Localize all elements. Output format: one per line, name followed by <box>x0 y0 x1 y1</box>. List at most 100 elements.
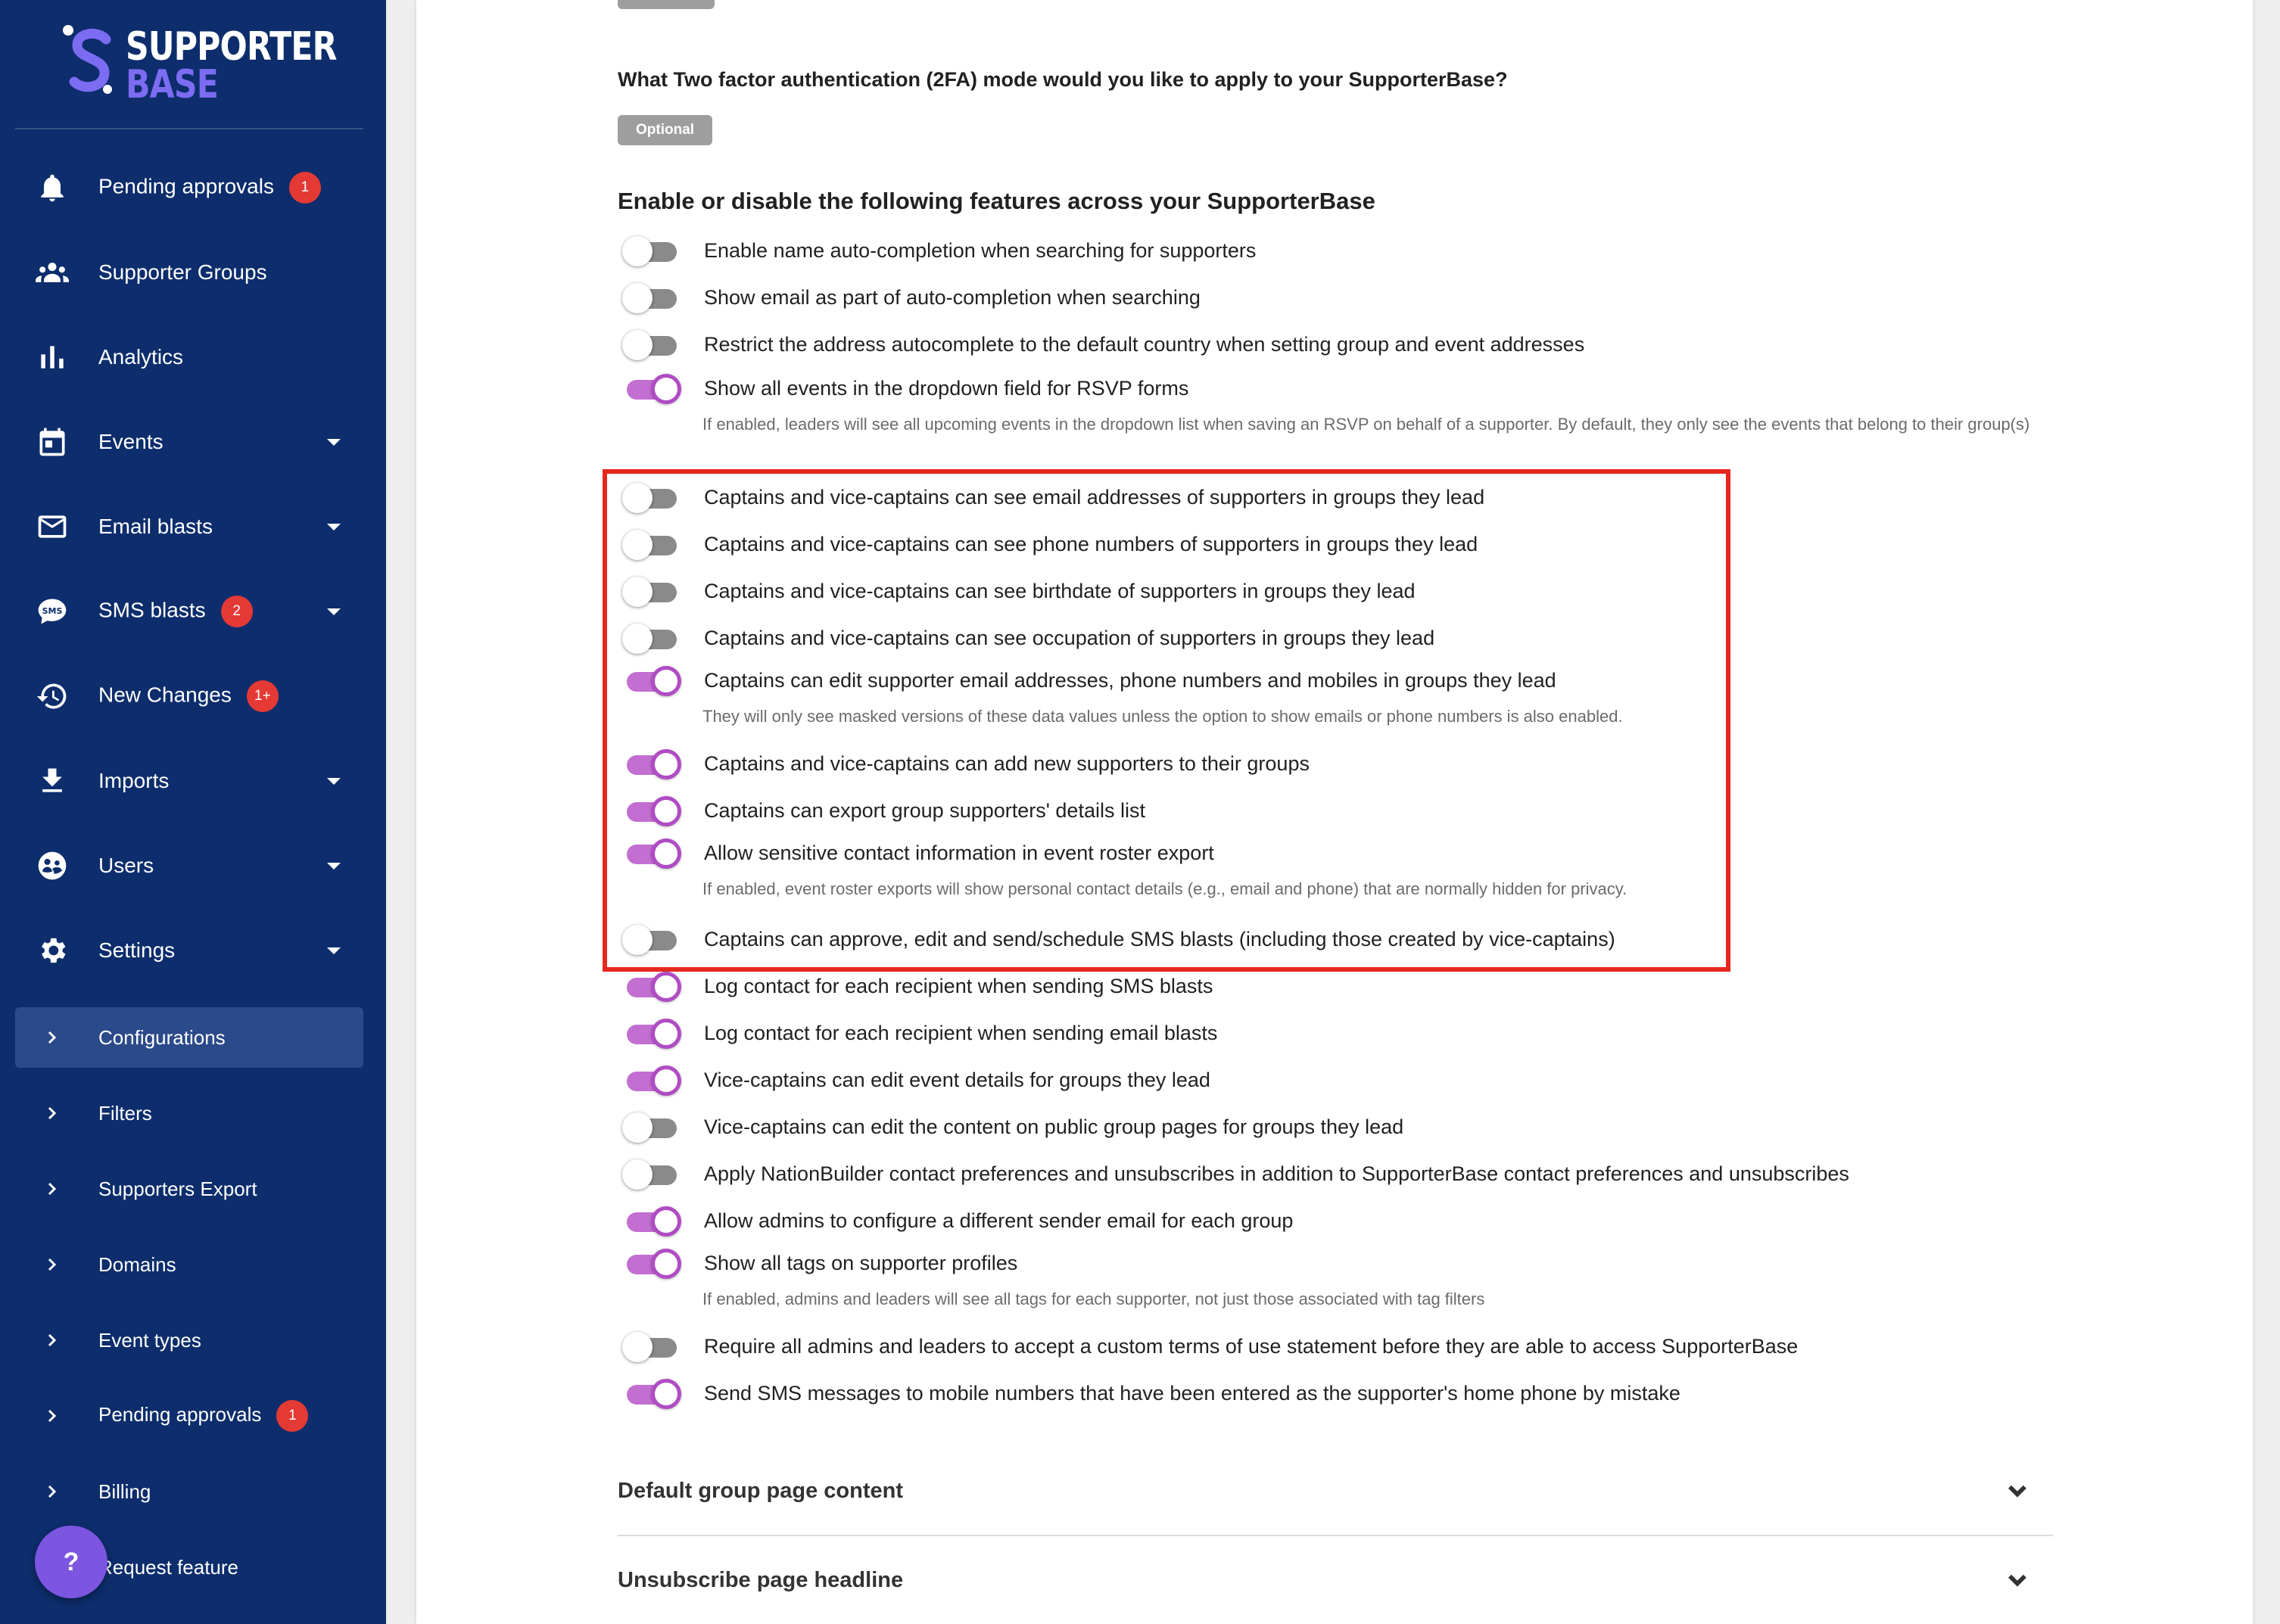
sms-icon: SMS <box>35 594 70 629</box>
sidebar-item-sms-blasts[interactable]: SMS SMS blasts 2 <box>15 577 363 646</box>
sidebar-item-label: New Changes <box>98 683 232 707</box>
sidebar-item-settings[interactable]: Settings <box>15 916 363 985</box>
toggle-label: Log contact for each recipient when send… <box>704 1022 1218 1044</box>
chevron-right-icon <box>42 1028 61 1047</box>
logo-text-base: BASE <box>126 62 219 107</box>
toggle-knob <box>622 1159 653 1190</box>
sidebar: SUPPORTER BASE Pending approvals 1 Suppor… <box>0 0 386 1624</box>
notification-badge: 2 <box>220 596 253 627</box>
toggle-label: Captains and vice-captains can see email… <box>704 486 1485 509</box>
toggle-knob <box>622 283 653 313</box>
toggle-switch[interactable] <box>622 483 677 513</box>
toggle-label: Captains and vice-captains can add new s… <box>704 752 1310 775</box>
toggle-knob <box>622 330 653 360</box>
toggle-switch[interactable] <box>622 236 677 266</box>
toggle-switch[interactable] <box>622 1379 681 1409</box>
toggle-label: Allow admins to configure a different se… <box>704 1209 1294 1232</box>
toggle-switch[interactable] <box>622 624 677 654</box>
toggle-switch[interactable] <box>622 283 677 313</box>
toggle-switch[interactable] <box>622 1112 677 1143</box>
sidebar-subitem-label: Request feature <box>98 1555 239 1579</box>
sidebar-item-label: Imports <box>98 769 170 792</box>
sidebar-item-label: Email blasts <box>98 515 213 538</box>
sidebar-item-events[interactable]: Events <box>15 408 363 476</box>
toggle-switch[interactable] <box>622 796 681 826</box>
sidebar-item-pending-approvals[interactable]: Pending approvals 1 <box>15 154 363 222</box>
sidebar-subitem-label: Event types <box>98 1328 201 1352</box>
sidebar-item-label: Pending approvals <box>98 174 274 198</box>
sidebar-subitem-pending-approvals[interactable]: Pending approvals 1 <box>15 1386 363 1446</box>
toggle-switch[interactable] <box>622 374 681 404</box>
toggle-description: If enabled, event roster exports will sh… <box>702 879 1627 898</box>
chevron-down-icon <box>2004 1477 2030 1503</box>
toggle-knob <box>651 1249 681 1279</box>
toggle-knob <box>622 236 653 266</box>
toggle-knob <box>651 666 681 696</box>
toggle-label: Show all events in the dropdown field fo… <box>704 377 1189 400</box>
accordion-label: Unsubscribe page headline <box>618 1568 904 1592</box>
sidebar-item-imports[interactable]: Imports <box>15 747 363 815</box>
sidebar-item-label: Events <box>98 430 164 453</box>
toggle-switch[interactable] <box>622 1066 681 1096</box>
toggle-switch[interactable] <box>622 530 677 560</box>
toggle-label: Show email as part of auto-completion wh… <box>704 286 1201 309</box>
accordion-default-group-page-content[interactable]: Default group page content <box>618 1447 2053 1536</box>
toggle-knob <box>651 749 681 779</box>
toggle-description: If enabled, leaders will see all upcomin… <box>702 415 2030 434</box>
two-factor-question: What Two factor authentication (2FA) mod… <box>618 68 1508 91</box>
toggle-knob <box>651 374 681 404</box>
toggle-label: Captains can approve, edit and send/sche… <box>704 928 1615 950</box>
toggle-label: Allow sensitive contact information in e… <box>704 842 1214 864</box>
cut-off-button[interactable] <box>618 0 715 9</box>
supporterbase-logo[interactable]: SUPPORTER BASE <box>61 23 337 107</box>
accordion-unsubscribe-page-headline[interactable]: Unsubscribe page headline <box>618 1536 2053 1624</box>
sidebar-subitem-event-types[interactable]: Event types <box>15 1310 363 1370</box>
sidebar-subitem-configurations[interactable]: Configurations <box>15 1007 363 1068</box>
sidebar-subitem-label: Domains <box>98 1252 176 1276</box>
toggle-switch[interactable] <box>622 1332 677 1362</box>
sidebar-item-label: Users <box>98 854 154 877</box>
toggle-switch[interactable] <box>622 330 677 360</box>
sidebar-item-users[interactable]: Users <box>15 832 363 900</box>
toggle-switch[interactable] <box>622 577 677 607</box>
bar-chart-icon <box>35 340 70 375</box>
toggle-switch[interactable] <box>622 1206 681 1237</box>
toggle-switch[interactable] <box>622 1019 681 1049</box>
toggle-switch[interactable] <box>622 1249 681 1279</box>
chevron-right-icon <box>42 1255 61 1274</box>
toggle-switch[interactable] <box>622 925 677 955</box>
chevron-right-icon <box>42 1407 61 1425</box>
sidebar-item-email-blasts[interactable]: Email blasts <box>15 493 363 561</box>
chevron-down-icon <box>2004 1566 2030 1592</box>
toggle-label: Send SMS messages to mobile numbers that… <box>704 1382 1680 1405</box>
download-icon <box>35 764 70 798</box>
sidebar-subitem-domains[interactable]: Domains <box>15 1234 363 1295</box>
toggle-switch[interactable] <box>622 972 681 1002</box>
features-section-title: Enable or disable the following features… <box>618 188 1375 214</box>
sidebar-item-label: SMS blasts <box>98 598 206 622</box>
toggle-switch[interactable] <box>622 1159 677 1190</box>
sidebar-subitem-supporters-export[interactable]: Supporters Export <box>15 1159 363 1219</box>
toggle-label: Apply NationBuilder contact preferences … <box>704 1162 1849 1185</box>
toggle-knob <box>651 1379 681 1409</box>
sidebar-divider <box>15 128 363 129</box>
chevron-right-icon <box>42 1331 61 1349</box>
toggle-switch[interactable] <box>622 749 681 779</box>
toggle-knob <box>651 796 681 826</box>
toggle-switch[interactable] <box>622 666 681 696</box>
sidebar-subitem-billing[interactable]: Billing <box>15 1461 363 1522</box>
sidebar-item-analytics[interactable]: Analytics <box>15 323 363 391</box>
toggle-switch[interactable] <box>622 838 681 869</box>
two-factor-mode-chip[interactable]: Optional <box>618 115 713 145</box>
mail-icon <box>35 509 70 544</box>
help-button[interactable]: ? <box>35 1526 107 1598</box>
toggle-label: Restrict the address autocomplete to the… <box>704 333 1585 356</box>
sidebar-subitem-filters[interactable]: Filters <box>15 1083 363 1143</box>
toggle-label: Vice-captains can edit event details for… <box>704 1069 1210 1091</box>
caret-down-icon <box>327 523 341 530</box>
sidebar-item-new-changes[interactable]: New Changes 1+ <box>15 662 363 730</box>
sidebar-subitem-label: Configurations <box>98 1025 226 1049</box>
toggle-description: They will only see masked versions of th… <box>702 707 1623 726</box>
users-icon <box>35 848 70 883</box>
sidebar-item-supporter-groups[interactable]: Supporter Groups <box>15 238 363 306</box>
